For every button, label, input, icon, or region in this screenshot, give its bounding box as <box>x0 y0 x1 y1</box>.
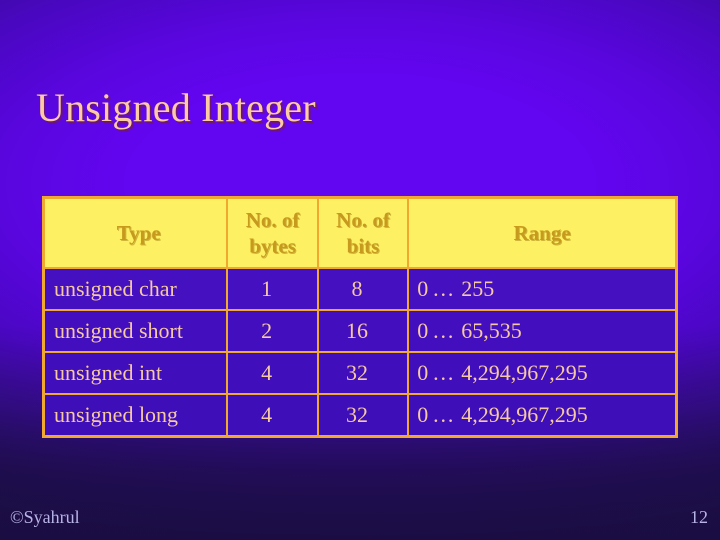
cell-type: unsigned char <box>42 267 229 311</box>
cell-bits: 16 <box>316 309 410 353</box>
cell-type: unsigned int <box>42 351 229 395</box>
column-header-type: Type <box>42 196 229 269</box>
range-value: 0… 4,294,967,295 <box>417 402 588 428</box>
cell-range: 0… 255 <box>407 267 678 311</box>
range-value: 0… 4,294,967,295 <box>417 360 588 386</box>
cell-bytes: 4 <box>226 393 319 438</box>
table-header-row: Type No. of bytes No. of bits Range <box>42 196 678 269</box>
range-low: 0 <box>417 318 429 343</box>
cell-range: 0… 65,535 <box>407 309 678 353</box>
table-header: Type No. of bytes No. of bits Range <box>42 196 678 269</box>
cell-range: 0… 4,294,967,295 <box>407 393 678 438</box>
range-value: 0… 65,535 <box>417 318 522 344</box>
cell-type: unsigned long <box>42 393 229 438</box>
footer-credit: ©Syahrul <box>10 507 80 527</box>
range-high: 65,535 <box>461 318 522 343</box>
column-header-bytes: No. of bytes <box>226 196 319 269</box>
range-high: 4,294,967,295 <box>461 360 588 385</box>
column-header-bits: No. of bits <box>316 196 410 269</box>
table-row: unsigned long 4 32 0… 4,294,967,295 <box>42 393 678 438</box>
range-separator: … <box>432 276 455 301</box>
table-body: unsigned char 1 8 0… 255 unsigned short 2… <box>42 267 678 438</box>
range-low: 0 <box>417 276 429 301</box>
range-value: 0… 255 <box>417 276 494 302</box>
table-row: unsigned short 2 16 0… 65,535 <box>42 309 678 353</box>
page-title: Unsigned Integer <box>36 85 316 130</box>
unsigned-integer-table: Type No. of bytes No. of bits Range unsi… <box>42 196 678 438</box>
cell-bits: 32 <box>316 393 410 438</box>
range-low: 0 <box>417 360 429 385</box>
range-separator: … <box>432 402 455 427</box>
page-number: 12 <box>690 507 708 527</box>
range-separator: … <box>432 360 455 385</box>
range-separator: … <box>432 318 455 343</box>
cell-range: 0… 4,294,967,295 <box>407 351 678 395</box>
table-row: unsigned int 4 32 0… 4,294,967,295 <box>42 351 678 395</box>
cell-bytes: 4 <box>226 351 319 395</box>
data-types-table-wrapper: Type No. of bytes No. of bits Range unsi… <box>42 196 678 438</box>
slide: Unsigned Integer Type No. of bytes No. o… <box>0 0 720 540</box>
cell-bits: 8 <box>316 267 410 311</box>
range-low: 0 <box>417 402 429 427</box>
range-high: 4,294,967,295 <box>461 402 588 427</box>
cell-bytes: 2 <box>226 309 319 353</box>
table-row: unsigned char 1 8 0… 255 <box>42 267 678 311</box>
range-high: 255 <box>461 276 495 301</box>
cell-type: unsigned short <box>42 309 229 353</box>
cell-bytes: 1 <box>226 267 319 311</box>
column-header-range: Range <box>407 196 678 269</box>
cell-bits: 32 <box>316 351 410 395</box>
